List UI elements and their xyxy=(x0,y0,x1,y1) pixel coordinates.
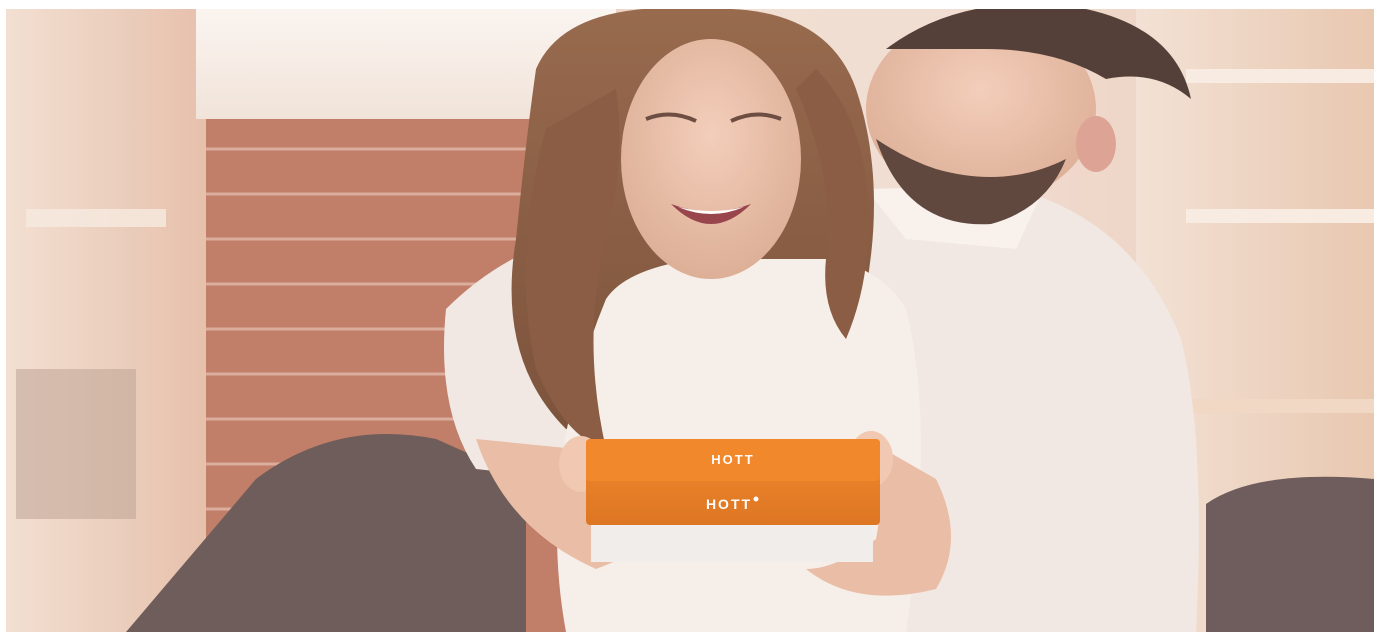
hero-photo: HOTT HOTT xyxy=(6,9,1374,632)
sunlight-overlay xyxy=(6,9,1374,632)
photo-illustration: HOTT HOTT xyxy=(6,9,1374,632)
